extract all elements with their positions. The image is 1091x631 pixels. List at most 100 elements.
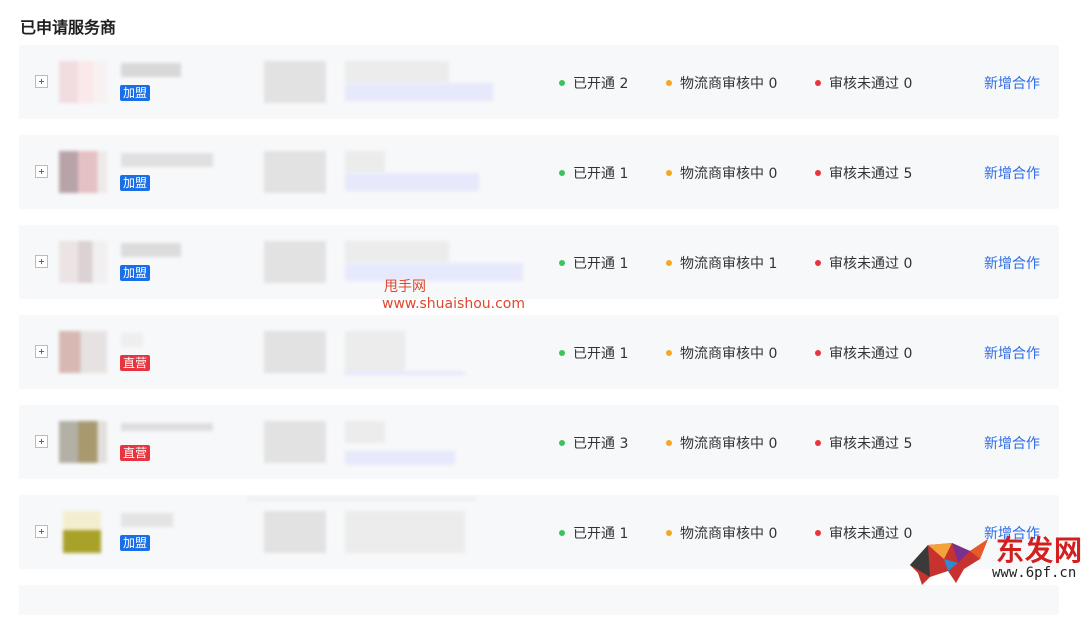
bull-logo-icon — [910, 539, 988, 585]
provider-avatar — [59, 61, 107, 103]
failed-count: 审核未通过 0 — [815, 523, 912, 543]
provider-info-redacted — [345, 511, 465, 553]
failed-count-text: 审核未通过 5 — [829, 166, 913, 182]
watermark-url: www.shuaishou.com — [382, 296, 525, 312]
provider-info-redacted — [345, 263, 523, 281]
review-count: 物流商审核中 0 — [666, 343, 777, 363]
failed-count-text: 审核未通过 0 — [829, 346, 913, 362]
provider-info-redacted — [264, 511, 326, 553]
review-count-text: 物流商审核中 0 — [680, 76, 778, 92]
watermark-text: 甩手网 — [384, 279, 426, 295]
failed-count: 审核未通过 0 — [815, 253, 912, 273]
add-cooperation-link[interactable]: 新增合作 — [984, 253, 1040, 273]
status-dot-icon — [815, 260, 821, 266]
logo-text: 东发网 — [996, 534, 1084, 567]
review-count-text: 物流商审核中 0 — [680, 166, 778, 182]
provider-name-redacted — [121, 153, 213, 167]
review-count: 物流商审核中 1 — [666, 253, 777, 273]
review-count: 物流商审核中 0 — [666, 433, 777, 453]
provider-type-badge: 加盟 — [120, 535, 151, 551]
review-count: 物流商审核中 0 — [666, 73, 777, 93]
provider-info-redacted — [345, 331, 405, 373]
provider-avatar — [59, 331, 107, 373]
status-dot-icon — [666, 170, 672, 176]
status-dot-icon — [666, 80, 672, 86]
failed-count-text: 审核未通过 0 — [829, 76, 913, 92]
provider-info-redacted — [264, 331, 326, 373]
provider-avatar — [59, 151, 107, 193]
expand-icon[interactable] — [35, 255, 48, 268]
opened-count: 已开通 1 — [559, 343, 628, 363]
provider-type-badge: 直营 — [120, 355, 151, 371]
failed-count: 审核未通过 5 — [815, 433, 912, 453]
provider-row: 直营 已开通 3 物流商审核中 0 审核未通过 5 新增合作 — [19, 405, 1059, 479]
add-cooperation-link[interactable]: 新增合作 — [984, 343, 1040, 363]
provider-info-redacted — [247, 497, 477, 501]
provider-row: 加盟 已开通 2 物流商审核中 0 审核未通过 0 新增合作 — [19, 45, 1059, 119]
provider-type-badge: 直营 — [120, 445, 151, 461]
add-cooperation-link[interactable]: 新增合作 — [984, 73, 1040, 93]
opened-count: 已开通 2 — [559, 73, 628, 93]
status-dot-icon — [815, 350, 821, 356]
add-cooperation-link[interactable]: 新增合作 — [984, 163, 1040, 183]
review-count-text: 物流商审核中 0 — [680, 526, 778, 542]
status-dot-icon — [815, 170, 821, 176]
expand-icon[interactable] — [35, 525, 48, 538]
provider-info-redacted — [345, 371, 465, 375]
expand-icon[interactable] — [35, 75, 48, 88]
provider-info-redacted — [264, 151, 326, 193]
provider-row: 加盟 已开通 1 物流商审核中 0 审核未通过 5 新增合作 — [19, 135, 1059, 209]
site-logo: 东发网 www.6pf.cn — [900, 525, 1090, 589]
provider-avatar — [59, 241, 107, 283]
status-dot-icon — [559, 530, 565, 536]
review-count-text: 物流商审核中 0 — [680, 436, 778, 452]
failed-count-text: 审核未通过 0 — [829, 256, 913, 272]
status-dot-icon — [559, 260, 565, 266]
status-dot-icon — [815, 440, 821, 446]
provider-row: 加盟 已开通 1 物流商审核中 1 审核未通过 0 新增合作 — [19, 225, 1059, 299]
opened-count-text: 已开通 3 — [573, 436, 629, 452]
provider-type-badge: 加盟 — [120, 265, 151, 281]
failed-count: 审核未通过 0 — [815, 343, 912, 363]
provider-name-redacted — [121, 243, 181, 257]
provider-row-partial — [19, 585, 1059, 615]
review-count-text: 物流商审核中 0 — [680, 346, 778, 362]
provider-info-redacted — [345, 173, 479, 191]
provider-avatar — [63, 511, 101, 553]
status-dot-icon — [559, 350, 565, 356]
status-dot-icon — [666, 530, 672, 536]
status-dot-icon — [559, 440, 565, 446]
opened-count: 已开通 1 — [559, 253, 628, 273]
provider-info-redacted — [345, 241, 449, 263]
provider-name-redacted — [121, 63, 181, 77]
failed-count-text: 审核未通过 5 — [829, 436, 913, 452]
opened-count-text: 已开通 1 — [573, 256, 629, 272]
provider-info-redacted — [264, 61, 326, 103]
expand-icon[interactable] — [35, 165, 48, 178]
status-dot-icon — [559, 80, 565, 86]
provider-info-redacted — [345, 61, 449, 83]
status-dot-icon — [666, 260, 672, 266]
provider-info-redacted — [345, 83, 493, 101]
provider-name-redacted — [121, 513, 173, 527]
provider-row: 直营 已开通 1 物流商审核中 0 审核未通过 0 新增合作 — [19, 315, 1059, 389]
opened-count: 已开通 1 — [559, 523, 628, 543]
opened-count-text: 已开通 1 — [573, 166, 629, 182]
provider-type-badge: 加盟 — [120, 85, 151, 101]
status-dot-icon — [666, 350, 672, 356]
add-cooperation-link[interactable]: 新增合作 — [984, 433, 1040, 453]
review-count: 物流商审核中 0 — [666, 523, 777, 543]
provider-info-redacted — [345, 421, 385, 443]
expand-icon[interactable] — [35, 435, 48, 448]
failed-count: 审核未通过 5 — [815, 163, 912, 183]
page-title: 已申请服务商 — [20, 18, 117, 37]
opened-count: 已开通 1 — [559, 163, 628, 183]
provider-info-redacted — [264, 421, 326, 463]
provider-avatar — [59, 421, 107, 463]
expand-icon[interactable] — [35, 345, 48, 358]
provider-info-redacted — [264, 241, 326, 283]
status-dot-icon — [666, 440, 672, 446]
provider-info-redacted — [345, 451, 455, 465]
review-count-text: 物流商审核中 1 — [680, 256, 778, 272]
provider-type-badge: 加盟 — [120, 175, 151, 191]
